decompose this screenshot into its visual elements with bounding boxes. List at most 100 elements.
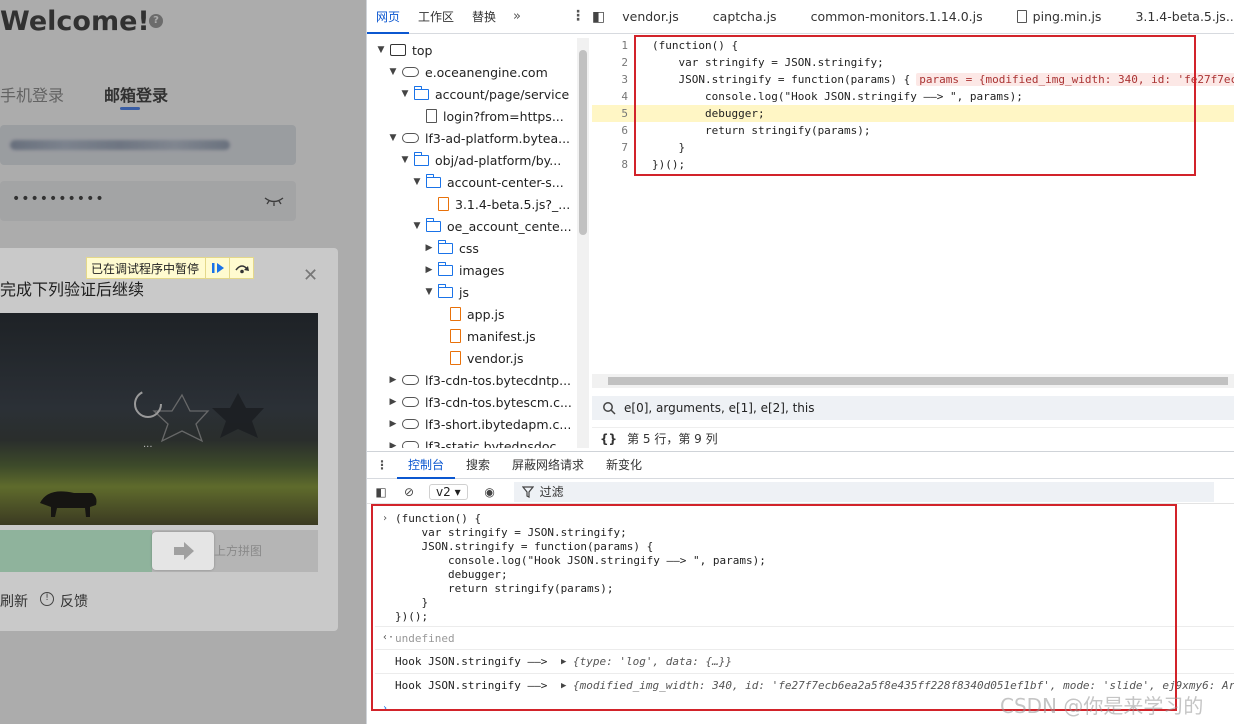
line-number: 8 xyxy=(621,158,628,171)
slider-progress xyxy=(0,530,152,572)
tab-network-request-blocking[interactable]: 屏蔽网络请求 xyxy=(501,452,595,479)
console-input-line: (function() { xyxy=(395,512,482,525)
scrollbar-thumb[interactable] xyxy=(579,50,587,235)
tab-overrides[interactable]: 替换 xyxy=(463,0,505,34)
tree-item-domain[interactable]: ▶ lf3-cdn-tos.bytecdntp... xyxy=(387,369,572,391)
code-line: 7 } xyxy=(592,139,1234,156)
code-text: JSON.stringify = function(params) { param… xyxy=(652,71,1234,88)
folder-icon xyxy=(425,217,441,232)
tree-item-file[interactable]: manifest.js xyxy=(447,325,536,347)
tree-item-label: account-center-s... xyxy=(447,174,564,190)
expanded-arrow-icon: ▼ xyxy=(377,45,385,55)
tree-item-folder[interactable]: ▼ js xyxy=(423,281,469,303)
editor-tab[interactable]: ping.min.js xyxy=(1000,9,1119,24)
tree-item-domain[interactable]: ▶ lf3-cdn-tos.bytescm.c... xyxy=(387,391,572,413)
editor-tab[interactable]: common-monitors.1.14.0.js xyxy=(794,9,1000,24)
paused-code-line: 5 debugger; xyxy=(592,105,1234,122)
editor-tab[interactable]: 3.1.4-beta.5.js...=1508 xyxy=(1118,9,1234,24)
tree-item-domain[interactable]: ▶ lf3-static.bytednsdoc.... xyxy=(387,435,572,448)
sidebar-toggle-icon[interactable]: ◧ xyxy=(367,485,395,499)
tab-console[interactable]: 控制台 xyxy=(397,452,456,479)
tree-item-file[interactable]: login?from=https... xyxy=(423,105,564,127)
tab-page[interactable]: 网页 xyxy=(367,0,410,34)
tree-item-folder[interactable]: ▼ oe_account_cente... xyxy=(411,215,572,237)
code-text: var stringify = JSON.stringify; xyxy=(652,56,884,69)
tree-item-label: manifest.js xyxy=(467,328,536,344)
context-select[interactable]: v2 ▾ xyxy=(429,483,468,500)
tree-item-label: oe_account_cente... xyxy=(447,218,572,234)
line-number: 2 xyxy=(621,56,628,69)
refresh-button[interactable]: 刷新 xyxy=(0,591,28,611)
tree-item-file[interactable]: app.js xyxy=(447,303,505,325)
tab-workspace[interactable]: 工作区 xyxy=(409,0,463,34)
tree-item-label: top xyxy=(412,42,433,58)
editor-horizontal-scrollbar[interactable] xyxy=(592,374,1234,388)
cloud-icon xyxy=(402,441,419,448)
console-input-line: } xyxy=(395,596,429,609)
slider-handle[interactable] xyxy=(152,532,214,570)
live-expression-eye-icon[interactable]: ◉ xyxy=(476,485,504,499)
filter-placeholder: 过滤 xyxy=(539,485,564,499)
resume-icon xyxy=(211,263,224,273)
expand-arrow-icon[interactable]: ▶ xyxy=(561,655,566,669)
expand-arrow-icon[interactable]: ▶ xyxy=(561,679,566,693)
folder-icon xyxy=(413,151,429,166)
scrollbar-thumb[interactable] xyxy=(608,377,1228,385)
inline-value-preview[interactable]: params = {modified_img_width: 340, id: '… xyxy=(916,73,1234,86)
code-editor[interactable]: 1 (function() { 2 var stringify = JSON.st… xyxy=(592,34,1234,374)
js-file-icon xyxy=(450,329,461,343)
code-text-content: JSON.stringify = function(params) { xyxy=(652,73,911,86)
captcha-dialog: 完成下列验证后继续 ✕ ... 上方拼图 刷新 ! 反馈 xyxy=(0,248,338,631)
info-icon[interactable]: ! xyxy=(40,592,54,606)
tree-scrollbar[interactable] xyxy=(577,38,589,448)
tree-item-file[interactable]: 3.1.4-beta.5.js?_... xyxy=(435,193,570,215)
collapsed-arrow-icon: ▶ xyxy=(425,243,433,253)
tree-item-file[interactable]: vendor.js xyxy=(447,347,524,369)
console-input-line: debugger; xyxy=(395,568,508,581)
expanded-arrow-icon: ▼ xyxy=(413,177,421,187)
tree-item-folder[interactable]: ▶ css xyxy=(423,237,479,259)
pretty-print-icon[interactable]: {} xyxy=(600,432,617,446)
log-prefix: Hook JSON.stringify ——> xyxy=(395,679,548,692)
console-toolbar: ◧ ⊘ v2 ▾ ◉ 过滤 xyxy=(367,480,1234,504)
code-text: } xyxy=(652,141,686,154)
tree-item-domain[interactable]: ▶ lf3-short.ibytedapm.c... xyxy=(387,413,572,435)
prompt-chevron-icon[interactable]: › xyxy=(382,703,388,714)
tree-item-folder[interactable]: ▼ account/page/service xyxy=(399,83,569,105)
watch-expression-bar[interactable]: e[0], arguments, e[1], e[2], this xyxy=(592,396,1234,420)
filter-input[interactable]: 过滤 xyxy=(513,481,1214,502)
paused-text: 已在调试程序中暂停 xyxy=(91,261,200,276)
console-result: undefined xyxy=(395,632,455,645)
tab-search[interactable]: 搜索 xyxy=(455,452,501,479)
kebab-menu-icon[interactable]: ⋮ xyxy=(367,458,397,472)
tree-item-folder[interactable]: ▼ obj/ad-platform/by... xyxy=(399,149,561,171)
feedback-button[interactable]: 反馈 xyxy=(60,591,88,611)
tree-item-top[interactable]: ▼ top xyxy=(375,39,433,61)
cloud-icon xyxy=(402,397,419,407)
console-input-line: JSON.stringify = function(params) { xyxy=(395,540,654,553)
document-icon xyxy=(1016,10,1027,23)
expanded-arrow-icon: ▼ xyxy=(425,287,433,297)
step-over-button[interactable] xyxy=(229,258,253,278)
login-page: Welcome! ? 手机登录 邮箱登录 •••••••••• 完成下列验证后继… xyxy=(0,0,366,724)
kebab-menu-icon[interactable]: ⋮ xyxy=(571,8,585,24)
toggle-navigator-icon[interactable]: ◧ xyxy=(592,9,605,25)
tree-item-label: lf3-static.bytednsdoc.... xyxy=(425,438,573,449)
close-icon[interactable]: ✕ xyxy=(303,265,318,286)
tree-item-folder[interactable]: ▼ account-center-s... xyxy=(411,171,564,193)
tree-item-folder[interactable]: ▶ images xyxy=(423,259,504,281)
devtools-panel: 网页 工作区 替换 » ⋮ ▼ top ▼ e.oceanengine.com … xyxy=(366,0,1234,724)
collapsed-arrow-icon: ▶ xyxy=(389,375,397,385)
log-object[interactable]: {type: 'log', data: {…}} xyxy=(573,655,732,669)
tree-item-domain[interactable]: ▼ e.oceanengine.com xyxy=(387,61,548,83)
more-tabs-chevron-icon[interactable]: » xyxy=(513,9,521,24)
tree-item-label: account/page/service xyxy=(435,86,570,102)
clear-console-icon[interactable]: ⊘ xyxy=(395,485,423,499)
resume-button[interactable] xyxy=(205,258,229,278)
editor-tab[interactable]: captcha.js xyxy=(696,9,794,24)
tree-item-domain[interactable]: ▼ lf3-ad-platform.bytea... xyxy=(387,127,571,149)
cloud-icon xyxy=(402,67,419,77)
expanded-arrow-icon: ▼ xyxy=(413,221,421,231)
editor-tab[interactable]: vendor.js xyxy=(605,9,696,24)
tab-whats-new[interactable]: 新变化 xyxy=(595,452,653,479)
